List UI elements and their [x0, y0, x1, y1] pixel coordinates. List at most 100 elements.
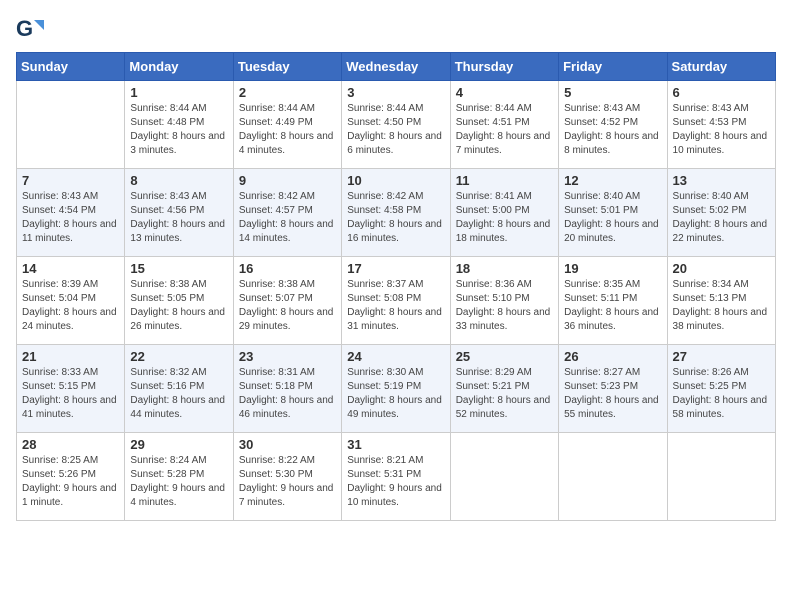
day-number: 8 — [130, 173, 227, 188]
day-number: 11 — [456, 173, 553, 188]
day-info: Sunrise: 8:41 AMSunset: 5:00 PMDaylight:… — [456, 190, 553, 246]
day-number: 4 — [456, 85, 553, 100]
day-info: Sunrise: 8:31 AMSunset: 5:18 PMDaylight:… — [239, 366, 336, 422]
day-info: Sunrise: 8:33 AMSunset: 5:15 PMDaylight:… — [22, 366, 119, 422]
day-number: 7 — [22, 173, 119, 188]
day-number: 18 — [456, 261, 553, 276]
day-number: 20 — [673, 261, 770, 276]
col-header-thursday: Thursday — [450, 53, 558, 81]
day-cell: 19 Sunrise: 8:35 AMSunset: 5:11 PMDayligh… — [559, 257, 667, 345]
day-info: Sunrise: 8:44 AMSunset: 4:51 PMDaylight:… — [456, 102, 553, 158]
day-number: 28 — [22, 437, 119, 452]
day-info: Sunrise: 8:29 AMSunset: 5:21 PMDaylight:… — [456, 366, 553, 422]
day-info: Sunrise: 8:43 AMSunset: 4:52 PMDaylight:… — [564, 102, 661, 158]
day-number: 1 — [130, 85, 227, 100]
day-info: Sunrise: 8:43 AMSunset: 4:53 PMDaylight:… — [673, 102, 770, 158]
day-number: 12 — [564, 173, 661, 188]
day-cell: 9Sunrise: 8:42 AMSunset: 4:57 PMDaylight… — [233, 169, 341, 257]
day-cell: 6 Sunrise: 8:43 AMSunset: 4:53 PMDaylight… — [667, 81, 775, 169]
col-header-sunday: Sunday — [17, 53, 125, 81]
day-number: 27 — [673, 349, 770, 364]
day-info: Sunrise: 8:40 AMSunset: 5:02 PMDaylight:… — [673, 190, 770, 246]
day-number: 16 — [239, 261, 336, 276]
col-header-saturday: Saturday — [667, 53, 775, 81]
day-cell: 13 Sunrise: 8:40 AMSunset: 5:02 PMDayligh… — [667, 169, 775, 257]
day-number: 29 — [130, 437, 227, 452]
day-cell: 22 Sunrise: 8:32 AMSunset: 5:16 PMDayligh… — [125, 345, 233, 433]
day-cell: 8 Sunrise: 8:43 AMSunset: 4:56 PMDaylight… — [125, 169, 233, 257]
day-info: Sunrise: 8:36 AMSunset: 5:10 PMDaylight:… — [456, 278, 553, 334]
day-info: Sunrise: 8:22 AMSunset: 5:30 PMDaylight:… — [239, 454, 336, 510]
day-cell: 3 Sunrise: 8:44 AMSunset: 4:50 PMDaylight… — [342, 81, 450, 169]
day-number: 3 — [347, 85, 444, 100]
day-cell: 24 Sunrise: 8:30 AMSunset: 5:19 PMDayligh… — [342, 345, 450, 433]
day-number: 15 — [130, 261, 227, 276]
day-info: Sunrise: 8:39 AMSunset: 5:04 PMDaylight:… — [22, 278, 119, 334]
day-number: 13 — [673, 173, 770, 188]
day-cell — [667, 433, 775, 521]
day-cell: 12 Sunrise: 8:40 AMSunset: 5:01 PMDayligh… — [559, 169, 667, 257]
week-row-1: 1Sunrise: 8:44 AMSunset: 4:48 PMDaylight… — [17, 81, 776, 169]
calendar-header-row: SundayMondayTuesdayWednesdayThursdayFrid… — [17, 53, 776, 81]
day-cell — [17, 81, 125, 169]
day-number: 23 — [239, 349, 336, 364]
col-header-wednesday: Wednesday — [342, 53, 450, 81]
day-info: Sunrise: 8:37 AMSunset: 5:08 PMDaylight:… — [347, 278, 444, 334]
day-cell: 10Sunrise: 8:42 AMSunset: 4:58 PMDayligh… — [342, 169, 450, 257]
day-number: 31 — [347, 437, 444, 452]
day-cell: 20 Sunrise: 8:34 AMSunset: 5:13 PMDayligh… — [667, 257, 775, 345]
page-header: G — [16, 16, 776, 44]
day-info: Sunrise: 8:38 AMSunset: 5:05 PMDaylight:… — [130, 278, 227, 334]
week-row-3: 14 Sunrise: 8:39 AMSunset: 5:04 PMDayligh… — [17, 257, 776, 345]
day-cell: 1Sunrise: 8:44 AMSunset: 4:48 PMDaylight… — [125, 81, 233, 169]
col-header-tuesday: Tuesday — [233, 53, 341, 81]
day-cell — [450, 433, 558, 521]
day-info: Sunrise: 8:43 AMSunset: 4:56 PMDaylight:… — [130, 190, 227, 246]
day-cell: 4 Sunrise: 8:44 AMSunset: 4:51 PMDaylight… — [450, 81, 558, 169]
day-info: Sunrise: 8:40 AMSunset: 5:01 PMDaylight:… — [564, 190, 661, 246]
day-cell — [559, 433, 667, 521]
day-info: Sunrise: 8:26 AMSunset: 5:25 PMDaylight:… — [673, 366, 770, 422]
day-number: 21 — [22, 349, 119, 364]
day-info: Sunrise: 8:32 AMSunset: 5:16 PMDaylight:… — [130, 366, 227, 422]
day-number: 17 — [347, 261, 444, 276]
day-cell: 23 Sunrise: 8:31 AMSunset: 5:18 PMDayligh… — [233, 345, 341, 433]
day-info: Sunrise: 8:42 AMSunset: 4:58 PMDaylight:… — [347, 190, 444, 246]
day-info: Sunrise: 8:44 AMSunset: 4:49 PMDaylight:… — [239, 102, 336, 158]
day-number: 14 — [22, 261, 119, 276]
day-cell: 11 Sunrise: 8:41 AMSunset: 5:00 PMDayligh… — [450, 169, 558, 257]
day-info: Sunrise: 8:35 AMSunset: 5:11 PMDaylight:… — [564, 278, 661, 334]
day-cell: 5 Sunrise: 8:43 AMSunset: 4:52 PMDaylight… — [559, 81, 667, 169]
day-cell: 17 Sunrise: 8:37 AMSunset: 5:08 PMDayligh… — [342, 257, 450, 345]
day-cell: 25 Sunrise: 8:29 AMSunset: 5:21 PMDayligh… — [450, 345, 558, 433]
day-cell: 31Sunrise: 8:21 AMSunset: 5:31 PMDayligh… — [342, 433, 450, 521]
day-number: 9 — [239, 173, 336, 188]
day-info: Sunrise: 8:27 AMSunset: 5:23 PMDaylight:… — [564, 366, 661, 422]
week-row-2: 7 Sunrise: 8:43 AMSunset: 4:54 PMDaylight… — [17, 169, 776, 257]
day-info: Sunrise: 8:24 AMSunset: 5:28 PMDaylight:… — [130, 454, 227, 510]
day-cell: 2 Sunrise: 8:44 AMSunset: 4:49 PMDaylight… — [233, 81, 341, 169]
calendar-table: SundayMondayTuesdayWednesdayThursdayFrid… — [16, 52, 776, 521]
day-number: 5 — [564, 85, 661, 100]
col-header-monday: Monday — [125, 53, 233, 81]
week-row-4: 21 Sunrise: 8:33 AMSunset: 5:15 PMDayligh… — [17, 345, 776, 433]
col-header-friday: Friday — [559, 53, 667, 81]
day-cell: 27 Sunrise: 8:26 AMSunset: 5:25 PMDayligh… — [667, 345, 775, 433]
day-info: Sunrise: 8:44 AMSunset: 4:50 PMDaylight:… — [347, 102, 444, 158]
day-number: 6 — [673, 85, 770, 100]
day-number: 19 — [564, 261, 661, 276]
day-info: Sunrise: 8:43 AMSunset: 4:54 PMDaylight:… — [22, 190, 119, 246]
day-number: 22 — [130, 349, 227, 364]
day-number: 30 — [239, 437, 336, 452]
day-cell: 26Sunrise: 8:27 AMSunset: 5:23 PMDayligh… — [559, 345, 667, 433]
day-cell: 16Sunrise: 8:38 AMSunset: 5:07 PMDayligh… — [233, 257, 341, 345]
svg-text:G: G — [16, 16, 33, 41]
day-number: 2 — [239, 85, 336, 100]
day-number: 24 — [347, 349, 444, 364]
day-number: 25 — [456, 349, 553, 364]
day-cell: 15 Sunrise: 8:38 AMSunset: 5:05 PMDayligh… — [125, 257, 233, 345]
day-cell: 28Sunrise: 8:25 AMSunset: 5:26 PMDayligh… — [17, 433, 125, 521]
day-info: Sunrise: 8:30 AMSunset: 5:19 PMDaylight:… — [347, 366, 444, 422]
day-cell: 30 Sunrise: 8:22 AMSunset: 5:30 PMDayligh… — [233, 433, 341, 521]
day-info: Sunrise: 8:34 AMSunset: 5:13 PMDaylight:… — [673, 278, 770, 334]
